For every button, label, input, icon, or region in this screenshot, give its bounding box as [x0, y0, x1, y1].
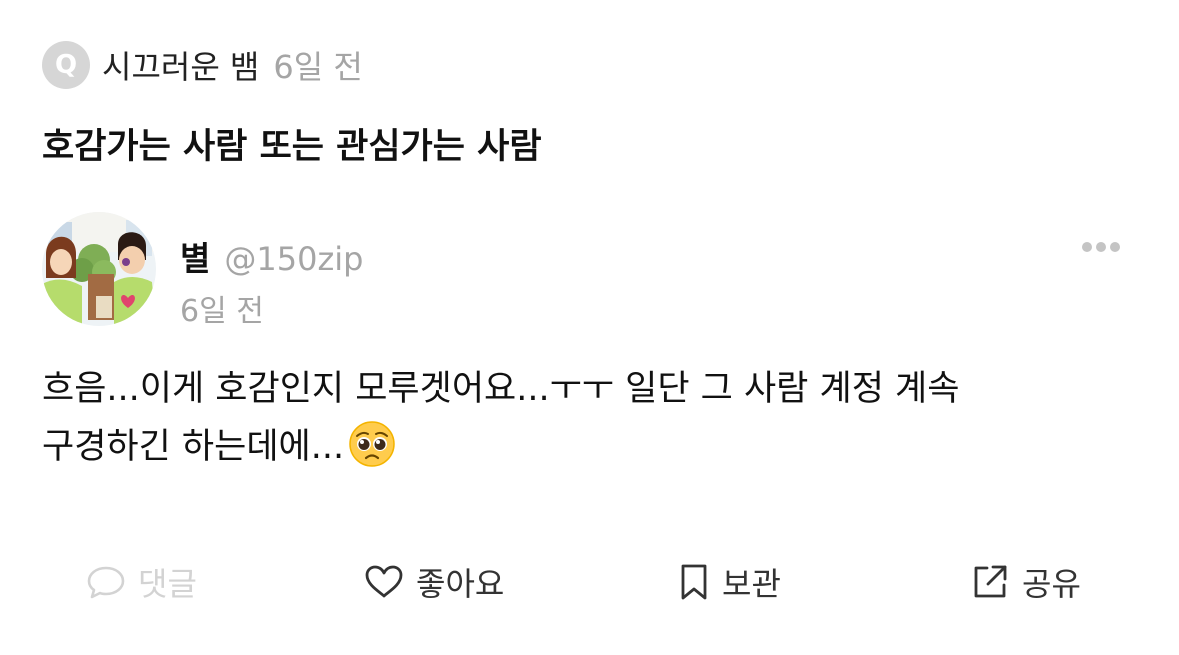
like-label: 좋아요 [416, 565, 505, 603]
save-button[interactable]: 보관 [678, 552, 781, 612]
heart-icon [365, 565, 403, 598]
answer-line-2: 구경하긴 하는데에... [42, 418, 1142, 486]
share-label: 공유 [1022, 565, 1081, 603]
save-label: 보관 [722, 565, 781, 603]
speech-bubble-icon [87, 566, 125, 599]
question-time: 6일 전 [273, 48, 363, 86]
action-bar: 댓글 좋아요 보관 공유 [0, 552, 1179, 612]
question-title[interactable]: 호감가는 사람 또는 관심가는 사람 [42, 118, 542, 169]
comment-label: 댓글 [138, 565, 197, 603]
bookmark-icon [681, 564, 707, 600]
more-options-button[interactable] [1076, 230, 1126, 264]
post-time: 6일 전 [180, 294, 264, 329]
question-header: Q 시끄러운 뱀 6일 전 [42, 40, 363, 90]
like-button[interactable]: 좋아요 [364, 552, 504, 612]
answer-body: 흐음...이게 호감인지 모루겟어요...ㅜㅜ 일단 그 사람 계정 계속 구경… [42, 360, 1142, 486]
share-icon [974, 565, 1007, 598]
user-handle[interactable]: @150zip [224, 240, 363, 278]
answer-user[interactable]: 별 @150zip [180, 232, 363, 280]
avatar-image [42, 212, 156, 326]
user-name[interactable]: 별 [180, 232, 210, 280]
comment-button[interactable]: 댓글 [86, 552, 197, 612]
question-author[interactable]: 시끄러운 뱀 [102, 42, 259, 88]
pleading-face-emoji [348, 420, 396, 486]
answer-line-1: 흐음...이게 호감인지 모루겟어요...ㅜㅜ 일단 그 사람 계정 계속 [42, 369, 960, 409]
answer-line-2-text: 구경하긴 하는데에... [42, 427, 345, 467]
avatar[interactable] [42, 212, 156, 326]
more-horizontal-icon [1082, 242, 1120, 252]
share-button[interactable]: 공유 [970, 552, 1081, 612]
question-badge: Q [42, 41, 90, 89]
